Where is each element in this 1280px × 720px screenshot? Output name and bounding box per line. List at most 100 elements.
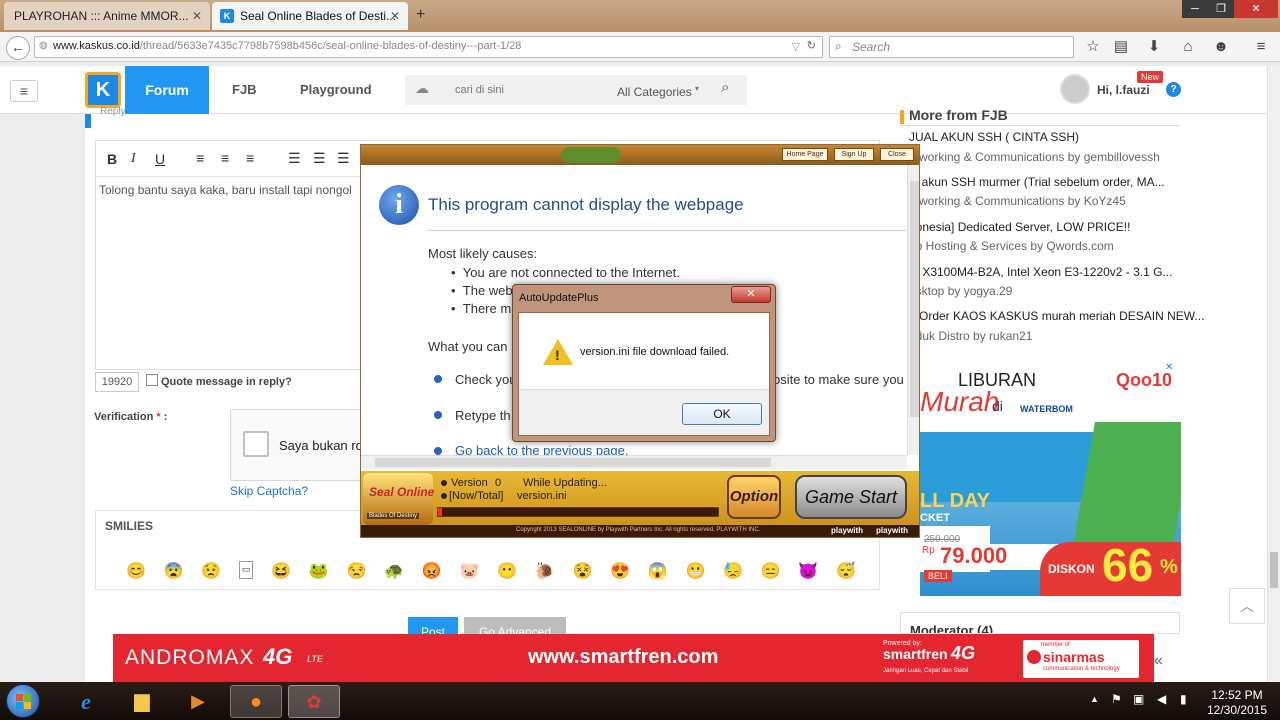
- smartfren-ad-banner[interactable]: ANDROMAX 4G LTE www.smartfren.com Powere…: [113, 634, 1154, 682]
- seal-online-taskbar-icon[interactable]: ✿: [288, 685, 340, 718]
- kaskus-search-bar[interactable]: ☁ cari di sini All Categories ▾ ⌕: [405, 75, 747, 105]
- ad-collapse-arrow[interactable]: «: [1154, 652, 1163, 670]
- new-tab-button[interactable]: +: [416, 6, 425, 24]
- scrollbar-thumb[interactable]: [1270, 552, 1278, 588]
- minimize-button[interactable]: ─: [1182, 0, 1208, 18]
- flag-icon[interactable]: ⚑: [1111, 692, 1122, 706]
- align-right-icon[interactable]: ≡: [246, 150, 254, 166]
- internet-explorer-icon[interactable]: e: [60, 685, 112, 718]
- quote-checkbox[interactable]: [146, 374, 158, 386]
- bookmark-star-icon[interactable]: ☆: [1084, 38, 1102, 56]
- smiley-icon[interactable]: 😱: [648, 561, 668, 580]
- clock-time[interactable]: 12:52 PM: [1207, 688, 1267, 702]
- firefox-icon[interactable]: ●: [230, 685, 282, 718]
- sidebar-item-title[interactable]: donesia] Dedicated Server, LOW PRICE!!: [909, 220, 1130, 234]
- smiley-icon[interactable]: 😡: [422, 561, 442, 580]
- close-tab-icon[interactable]: ✕: [192, 9, 202, 23]
- menu-icon[interactable]: ≡: [1252, 38, 1270, 56]
- smiley-icon[interactable]: 🐌: [535, 561, 555, 580]
- download-icon[interactable]: ⬇: [1145, 38, 1163, 56]
- align-center-icon[interactable]: ≡: [221, 150, 229, 166]
- smiley-icon[interactable]: 😆: [271, 561, 291, 580]
- smiley-icon[interactable]: 😑: [761, 561, 781, 580]
- go-back-link[interactable]: Go back to the previous page.: [455, 443, 628, 455]
- smiley-icon[interactable]: 😓: [723, 561, 743, 580]
- kaskus-search-input[interactable]: cari di sini: [455, 84, 504, 96]
- tray-expand-icon[interactable]: ▲: [1090, 694, 1099, 704]
- indent-icon[interactable]: ☰: [337, 150, 350, 167]
- bullet-list-icon[interactable]: ☰: [288, 150, 301, 167]
- underline-button[interactable]: U: [155, 151, 165, 167]
- reply-text[interactable]: Tolong bantu saya kaka, baru install tap…: [99, 183, 352, 197]
- smiley-icon[interactable]: 🐸: [309, 561, 329, 580]
- sidebar-item-title[interactable]: e Order KAOS KASKUS murah meriah DESAIN …: [909, 309, 1204, 323]
- smiley-icon[interactable]: 😨: [164, 561, 184, 580]
- ad-beli-button[interactable]: BELI: [924, 570, 952, 582]
- numbered-list-icon[interactable]: ☰: [313, 150, 326, 167]
- nav-playground[interactable]: Playground: [300, 82, 372, 97]
- sign-up-button[interactable]: Sign Up: [834, 148, 874, 161]
- scrollbar-thumb[interactable]: [375, 458, 771, 467]
- reading-list-icon[interactable]: ▤: [1112, 38, 1130, 56]
- smiley-icon[interactable]: 😬: [685, 561, 705, 580]
- close-tab-icon[interactable]: ✕: [390, 9, 400, 23]
- chat-icon[interactable]: ☻: [1212, 38, 1230, 56]
- address-bar[interactable]: ◍ www.kaskus.co.id/thread/5633e7435c7798…: [34, 36, 823, 58]
- smiley-icon[interactable]: 😴: [836, 561, 856, 580]
- reload-icon[interactable]: ↻: [807, 39, 816, 52]
- help-icon[interactable]: ?: [1166, 82, 1181, 97]
- device-icon[interactable]: ▣: [1133, 692, 1144, 706]
- smiley-icon[interactable]: 😈: [798, 561, 818, 580]
- smiley-icon[interactable]: 🐷: [460, 561, 480, 580]
- bold-button[interactable]: B: [107, 151, 117, 167]
- align-left-icon[interactable]: ≡: [196, 150, 204, 166]
- close-window-button[interactable]: ✕: [1234, 0, 1278, 18]
- option-button[interactable]: Option: [727, 475, 781, 519]
- smiley-icon[interactable]: 😵: [572, 561, 592, 580]
- sidebar-item-title[interactable]: al akun SSH murmer (Trial sebelum order,…: [909, 175, 1165, 189]
- dropdown-icon[interactable]: ▽: [792, 40, 800, 53]
- dialog-close-button[interactable]: ✕: [731, 286, 771, 303]
- network-icon[interactable]: ▮: [1180, 692, 1187, 706]
- italic-button[interactable]: I: [131, 151, 136, 167]
- media-player-icon[interactable]: ▶: [172, 685, 224, 718]
- sidebar-item-title[interactable]: JUAL AKUN SSH ( CINTA SSH): [909, 130, 1079, 144]
- smiley-icon[interactable]: 😒: [347, 561, 367, 580]
- smiley-icon[interactable]: 😟: [201, 561, 221, 580]
- ad-close-icon[interactable]: ✕: [1165, 362, 1173, 373]
- home-page-button[interactable]: Home Page: [782, 148, 828, 161]
- start-button[interactable]: [6, 684, 40, 718]
- smiley-icon[interactable]: 😍: [610, 561, 630, 580]
- smiley-icon[interactable]: ▭: [238, 561, 254, 579]
- back-button[interactable]: ←: [6, 36, 30, 60]
- captcha-checkbox[interactable]: [243, 431, 269, 457]
- hamburger-icon[interactable]: ≡: [10, 80, 38, 102]
- ie-horizontal-scrollbar[interactable]: [361, 455, 907, 469]
- scrollbar-thumb[interactable]: [910, 181, 919, 417]
- smiley-icon[interactable]: 😶: [497, 561, 517, 580]
- nav-fjb[interactable]: FJB: [232, 82, 257, 97]
- nav-forum[interactable]: Forum: [125, 66, 209, 114]
- sidebar-item-title[interactable]: M X3100M4-B2A, Intel Xeon E3-1220v2 - 3.…: [909, 265, 1172, 279]
- launcher-close-button[interactable]: Close: [880, 148, 914, 161]
- search-icon[interactable]: ⌕: [721, 79, 729, 96]
- browser-search-input[interactable]: ⌕ Search: [829, 36, 1074, 58]
- smiley-icon[interactable]: 😊: [126, 561, 146, 580]
- game-start-button[interactable]: Game Start: [795, 475, 907, 519]
- qoo10-ad[interactable]: LIBURAN Murah di WATERBOM Qoo10 ✕ LL DAY…: [920, 362, 1181, 596]
- volume-icon[interactable]: ◀: [1157, 692, 1166, 706]
- maximize-button[interactable]: ❐: [1208, 0, 1234, 18]
- smiley-icon[interactable]: 🐢: [384, 561, 404, 580]
- ok-button[interactable]: OK: [682, 403, 762, 425]
- scroll-top-button[interactable]: ︿: [1229, 588, 1265, 624]
- category-select[interactable]: All Categories: [617, 85, 692, 99]
- user-greeting[interactable]: Hi, l.fauzi: [1097, 83, 1150, 97]
- tab-playrohan[interactable]: PLAYROHAN ::: Anime MMOR... ✕: [4, 2, 210, 30]
- tab-seal-online[interactable]: K Seal Online Blades of Desti... ✕: [212, 2, 408, 30]
- file-explorer-icon[interactable]: ▆: [116, 685, 168, 718]
- avatar[interactable]: [1060, 74, 1090, 104]
- ie-vertical-scrollbar[interactable]: [907, 165, 919, 455]
- page-scrollbar[interactable]: [1267, 66, 1280, 682]
- clock-date[interactable]: 12/30/2015: [1203, 703, 1271, 717]
- home-icon[interactable]: ⌂: [1179, 38, 1197, 56]
